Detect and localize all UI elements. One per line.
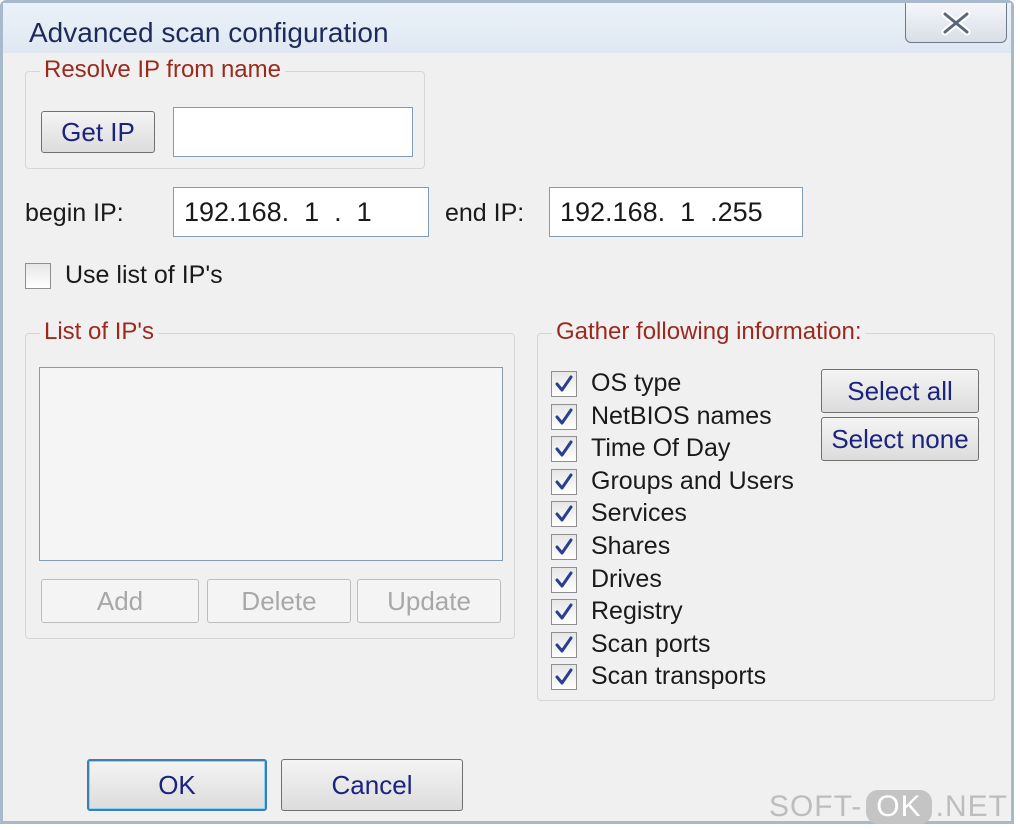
gather-option-label: Scan ports: [591, 629, 711, 658]
ok-button[interactable]: OK: [87, 759, 267, 811]
gather-option-label: Shares: [591, 532, 671, 560]
ip-listbox[interactable]: [39, 367, 503, 561]
check-icon: [554, 667, 574, 687]
gather-option-label: Groups and Users: [591, 466, 794, 495]
gather-option-checkbox[interactable]: [551, 371, 577, 397]
gather-option-checkbox[interactable]: [551, 403, 577, 430]
add-button[interactable]: Add: [41, 579, 199, 623]
gather-option-checkbox[interactable]: [551, 501, 577, 528]
resolve-ip-legend: Resolve IP from name: [40, 56, 285, 84]
gather-option-checkbox[interactable]: [551, 468, 577, 495]
watermark-right: .NET: [935, 790, 1008, 823]
gather-option-label: Scan transports: [591, 662, 767, 691]
gather-option-checkbox[interactable]: [551, 664, 577, 691]
begin-ip-label: begin IP:: [25, 199, 124, 227]
gather-info-legend: Gather following information:: [552, 318, 866, 346]
begin-ip-input[interactable]: 192.168. 1 . 1: [173, 187, 429, 237]
close-button[interactable]: [905, 3, 1007, 43]
close-icon: [939, 10, 973, 36]
window-title: Advanced scan configuration: [29, 17, 389, 48]
check-icon: [554, 537, 574, 557]
check-icon: [554, 602, 574, 622]
gather-option-label: Drives: [591, 564, 662, 593]
check-icon: [554, 374, 574, 394]
gather-option-checkbox[interactable]: [551, 631, 577, 658]
gather-option-label: Time Of Day: [591, 434, 731, 463]
gather-option-checkbox[interactable]: [551, 566, 577, 593]
end-ip-input[interactable]: 192.168. 1 .255: [549, 187, 803, 237]
gather-option-label: OS type: [591, 369, 682, 397]
watermark-left: SOFT-: [768, 790, 863, 823]
select-all-button[interactable]: Select all: [821, 369, 979, 413]
use-list-label: Use list of IP's: [65, 261, 223, 289]
check-icon: [554, 439, 574, 459]
check-icon: [554, 635, 574, 655]
get-ip-button[interactable]: Get IP: [41, 111, 155, 153]
gather-option-checkbox[interactable]: [551, 436, 577, 463]
check-icon: [554, 472, 574, 492]
use-list-checkbox[interactable]: [25, 263, 51, 289]
watermark-mid: OK: [866, 790, 932, 824]
gather-option-label: Services: [591, 499, 687, 528]
host-name-input[interactable]: [173, 107, 413, 157]
title-bar[interactable]: Advanced scan configuration: [3, 3, 1011, 53]
check-icon: [554, 504, 574, 524]
gather-option-label: NetBIOS names: [591, 401, 772, 430]
gather-option-checkbox[interactable]: [551, 599, 577, 626]
update-button[interactable]: Update: [357, 579, 501, 623]
watermark-logo: SOFT- OK .NET: [769, 790, 1008, 824]
end-ip-label: end IP:: [445, 199, 525, 227]
check-icon: [554, 407, 574, 427]
gather-option-label: Registry: [591, 597, 683, 626]
check-icon: [554, 570, 574, 590]
dialog-window: Advanced scan configuration Resolve IP f…: [0, 0, 1014, 824]
cancel-button[interactable]: Cancel: [281, 759, 463, 811]
gather-option-checkbox[interactable]: [551, 534, 577, 560]
select-none-button[interactable]: Select none: [821, 417, 979, 461]
ip-list-legend: List of IP's: [40, 318, 158, 346]
delete-button[interactable]: Delete: [207, 579, 351, 623]
